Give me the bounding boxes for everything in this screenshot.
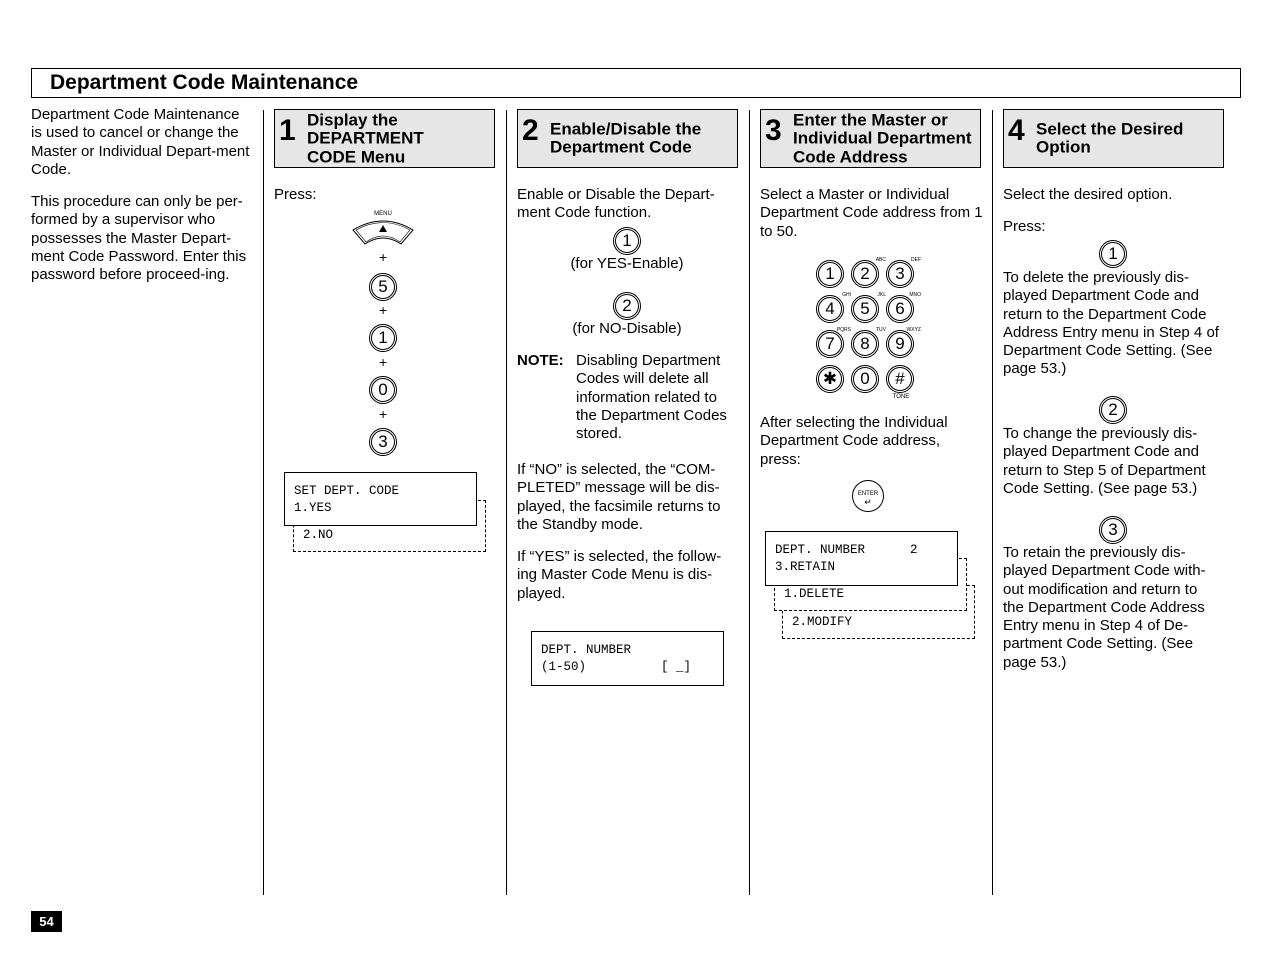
key-letters: MNO	[909, 292, 921, 298]
key-letters: GHI	[842, 292, 851, 298]
plus: +	[379, 302, 388, 318]
intro-para: This procedure can only be per-formed by…	[31, 193, 247, 284]
step4-intro: Select the desired option.	[1003, 186, 1173, 203]
step-label: Enter the Master or Individual Departmen…	[793, 109, 972, 166]
plus: +	[379, 406, 388, 422]
column-divider	[263, 110, 264, 895]
step-header-4: 4 Select the Desired Option	[1003, 109, 1224, 168]
manual-page: Department Code Maintenance Department C…	[0, 0, 1269, 954]
page-number: 54	[31, 911, 62, 932]
step-header-3: 3 Enter the Master or Individual Departme…	[760, 109, 981, 168]
keypad-key[interactable]: 2 ABC	[851, 258, 886, 288]
press-label: Press:	[1003, 218, 1046, 235]
menu-key-label: MENU	[374, 211, 392, 217]
plus: +	[379, 354, 388, 370]
key-label: 6	[895, 299, 905, 318]
keypad-key[interactable]: 6 MNO	[886, 293, 921, 323]
step-number: 2	[522, 114, 539, 147]
key-label: 5	[860, 299, 870, 318]
intro-para: Department Code Maintenance is used to c…	[31, 106, 250, 178]
keypad-key[interactable]: 7 PQRS	[816, 328, 851, 358]
keypad-key[interactable]: 5 JKL	[851, 293, 886, 323]
lcd-line: 1.YES	[294, 501, 332, 515]
column-divider	[749, 110, 750, 895]
step2-intro: Enable or Disable the Depart-ment Code f…	[517, 186, 715, 222]
key-0[interactable]: 0	[369, 376, 397, 404]
step-header-1: 1 Display the DEPARTMENT CODE Menu	[274, 109, 495, 168]
key-label: 2	[860, 264, 870, 283]
key-label: 7	[825, 334, 835, 353]
lcd-display: SET DEPT. CODE 1.YES	[284, 472, 477, 526]
page-title: Department Code Maintenance	[31, 68, 1241, 98]
note-text: Disabling Department Codes will delete a…	[576, 352, 727, 443]
lcd-display: DEPT. NUMBER (1-50) [ _]	[531, 631, 724, 686]
key-3[interactable]: 3	[1099, 516, 1127, 544]
key-label: 1	[825, 264, 835, 283]
keypad-key[interactable]: 9 WXYZ	[886, 328, 921, 358]
key-letters: ABC	[875, 257, 886, 263]
option-text: To change the previously dis-played Depa…	[1003, 425, 1206, 497]
note-label: NOTE:	[517, 352, 564, 369]
key-label: #	[895, 369, 905, 388]
step-header-2: 2 Enable/Disable the Department Code	[517, 109, 738, 168]
lcd-line: (1-50) [ _]	[541, 660, 692, 674]
up-arrow-icon	[379, 225, 387, 232]
step-label: Select the Desired Option	[1036, 119, 1184, 157]
key-letters: JKL	[877, 292, 886, 298]
menu-key[interactable]	[351, 218, 415, 246]
keypad-key[interactable]: 1	[816, 260, 844, 288]
keypad-key[interactable]: 8 TUV	[851, 328, 886, 358]
option-text: To delete the previously dis-played Depa…	[1003, 269, 1219, 378]
step-number: 3	[765, 114, 782, 147]
key-label: 9	[895, 334, 905, 353]
step-label: Display the DEPARTMENT CODE Menu	[307, 109, 424, 166]
key-1[interactable]: 1	[1099, 240, 1127, 268]
key-letters: PQRS	[836, 327, 851, 333]
lcd-line: DEPT. NUMBER	[541, 643, 632, 657]
step-number: 1	[279, 114, 296, 147]
no-caption: (for NO-Disable)	[572, 320, 682, 337]
key-letters: DEF	[911, 257, 921, 263]
keypad-key[interactable]: 4 GHI	[816, 293, 851, 323]
para-yes: If “YES” is selected, the follow-ing Mas…	[517, 548, 722, 602]
key-letters: TUV	[876, 327, 886, 333]
key-2[interactable]: 2	[613, 292, 641, 320]
key-1[interactable]: 1	[613, 227, 641, 255]
tone-label: TONE	[892, 394, 910, 400]
key-2[interactable]: 2	[1099, 396, 1127, 424]
plus: +	[379, 249, 388, 265]
key-5[interactable]: 5	[369, 273, 397, 301]
option-text: To retain the previously dis-played Depa…	[1003, 544, 1206, 671]
key-3[interactable]: 3	[369, 428, 397, 456]
lcd-line: DEPT. NUMBER 2	[775, 543, 918, 557]
step-label: Enable/Disable the Department Code	[550, 119, 702, 157]
key-label: 8	[860, 334, 870, 353]
lcd-line: 3.RETAIN	[775, 560, 836, 574]
after-text: After selecting the Individual Departmen…	[760, 414, 948, 468]
keypad-key[interactable]: ✱	[816, 365, 844, 393]
press-label: Press:	[274, 186, 317, 203]
key-label: ✱	[822, 369, 838, 388]
key-1[interactable]: 1	[369, 324, 397, 352]
step3-intro: Select a Master or Individual Department…	[760, 186, 983, 240]
keypad-key[interactable]: 3 DEF	[886, 258, 921, 288]
key-label: 3	[895, 264, 905, 283]
step-number: 4	[1008, 114, 1025, 147]
enter-key[interactable]: ENTER ↵	[852, 480, 884, 512]
lcd-display: DEPT. NUMBER 2 3.RETAIN	[765, 531, 958, 586]
enter-arrow-icon: ↵	[864, 497, 872, 507]
yes-caption: (for YES-Enable)	[570, 255, 684, 272]
para-no: If “NO” is selected, the “COM-PLETED” me…	[517, 461, 721, 533]
key-label: 4	[825, 299, 835, 318]
column-divider	[992, 110, 993, 895]
column-divider	[506, 110, 507, 895]
lcd-line: SET DEPT. CODE	[294, 484, 400, 498]
key-letters: WXYZ	[906, 327, 921, 333]
key-label: 0	[860, 369, 870, 388]
keypad-key[interactable]: 0	[851, 365, 879, 393]
keypad-key[interactable]: #	[886, 365, 914, 393]
